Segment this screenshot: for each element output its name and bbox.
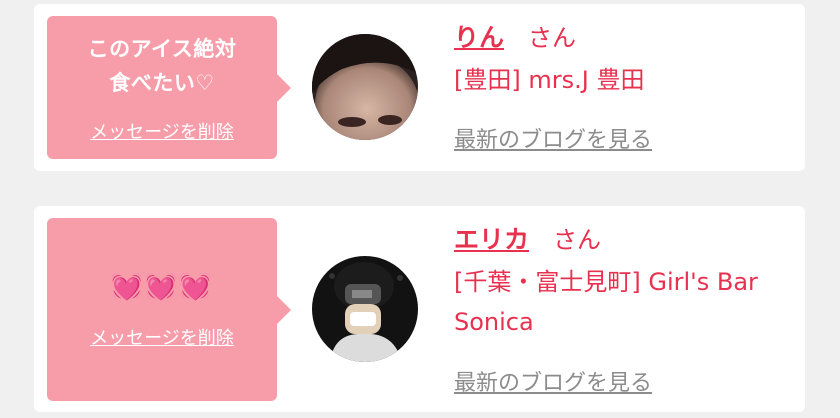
sender-name-link[interactable]: エリカ	[454, 220, 529, 256]
sender-name-link[interactable]: りん	[454, 18, 504, 54]
delete-message-link[interactable]: メッセージを削除	[90, 118, 234, 144]
name-row: エリカ さん	[454, 220, 795, 256]
name-row: りん さん	[454, 18, 795, 54]
avatar-photo	[312, 34, 418, 140]
message-text: 💓💓💓	[110, 271, 214, 302]
latest-blog-link[interactable]: 最新のブログを見る	[454, 365, 652, 397]
message-bubble: 💓💓💓 メッセージを削除	[47, 218, 291, 401]
avatar[interactable]	[312, 256, 418, 362]
honorific: さん	[528, 24, 577, 52]
avatar-photo	[312, 256, 418, 362]
conversation-card: このアイス絶対 食べたい♡ メッセージを削除 りん さん [豊田] mrs.J …	[34, 4, 805, 171]
avatar[interactable]	[312, 34, 418, 140]
shop-name: [豊田] mrs.J 豊田	[454, 66, 645, 94]
sender-info: りん さん [豊田] mrs.J 豊田 最新のブログを見る	[454, 18, 795, 153]
shop-name: [千葉・富士見町] Girl's Bar Sonica	[454, 268, 758, 336]
conversation-card: 💓💓💓 メッセージを削除 エリカ さん [千葉・富士見町] Girl's Bar…	[34, 206, 805, 412]
message-bubble: このアイス絶対 食べたい♡ メッセージを削除	[47, 16, 291, 159]
sender-info: エリカ さん [千葉・富士見町] Girl's Bar Sonica 最新のブロ…	[454, 220, 795, 396]
message-text: このアイス絶対 食べたい♡	[87, 36, 237, 95]
latest-blog-link[interactable]: 最新のブログを見る	[454, 122, 652, 154]
honorific: さん	[553, 226, 602, 254]
delete-message-link[interactable]: メッセージを削除	[90, 324, 234, 350]
